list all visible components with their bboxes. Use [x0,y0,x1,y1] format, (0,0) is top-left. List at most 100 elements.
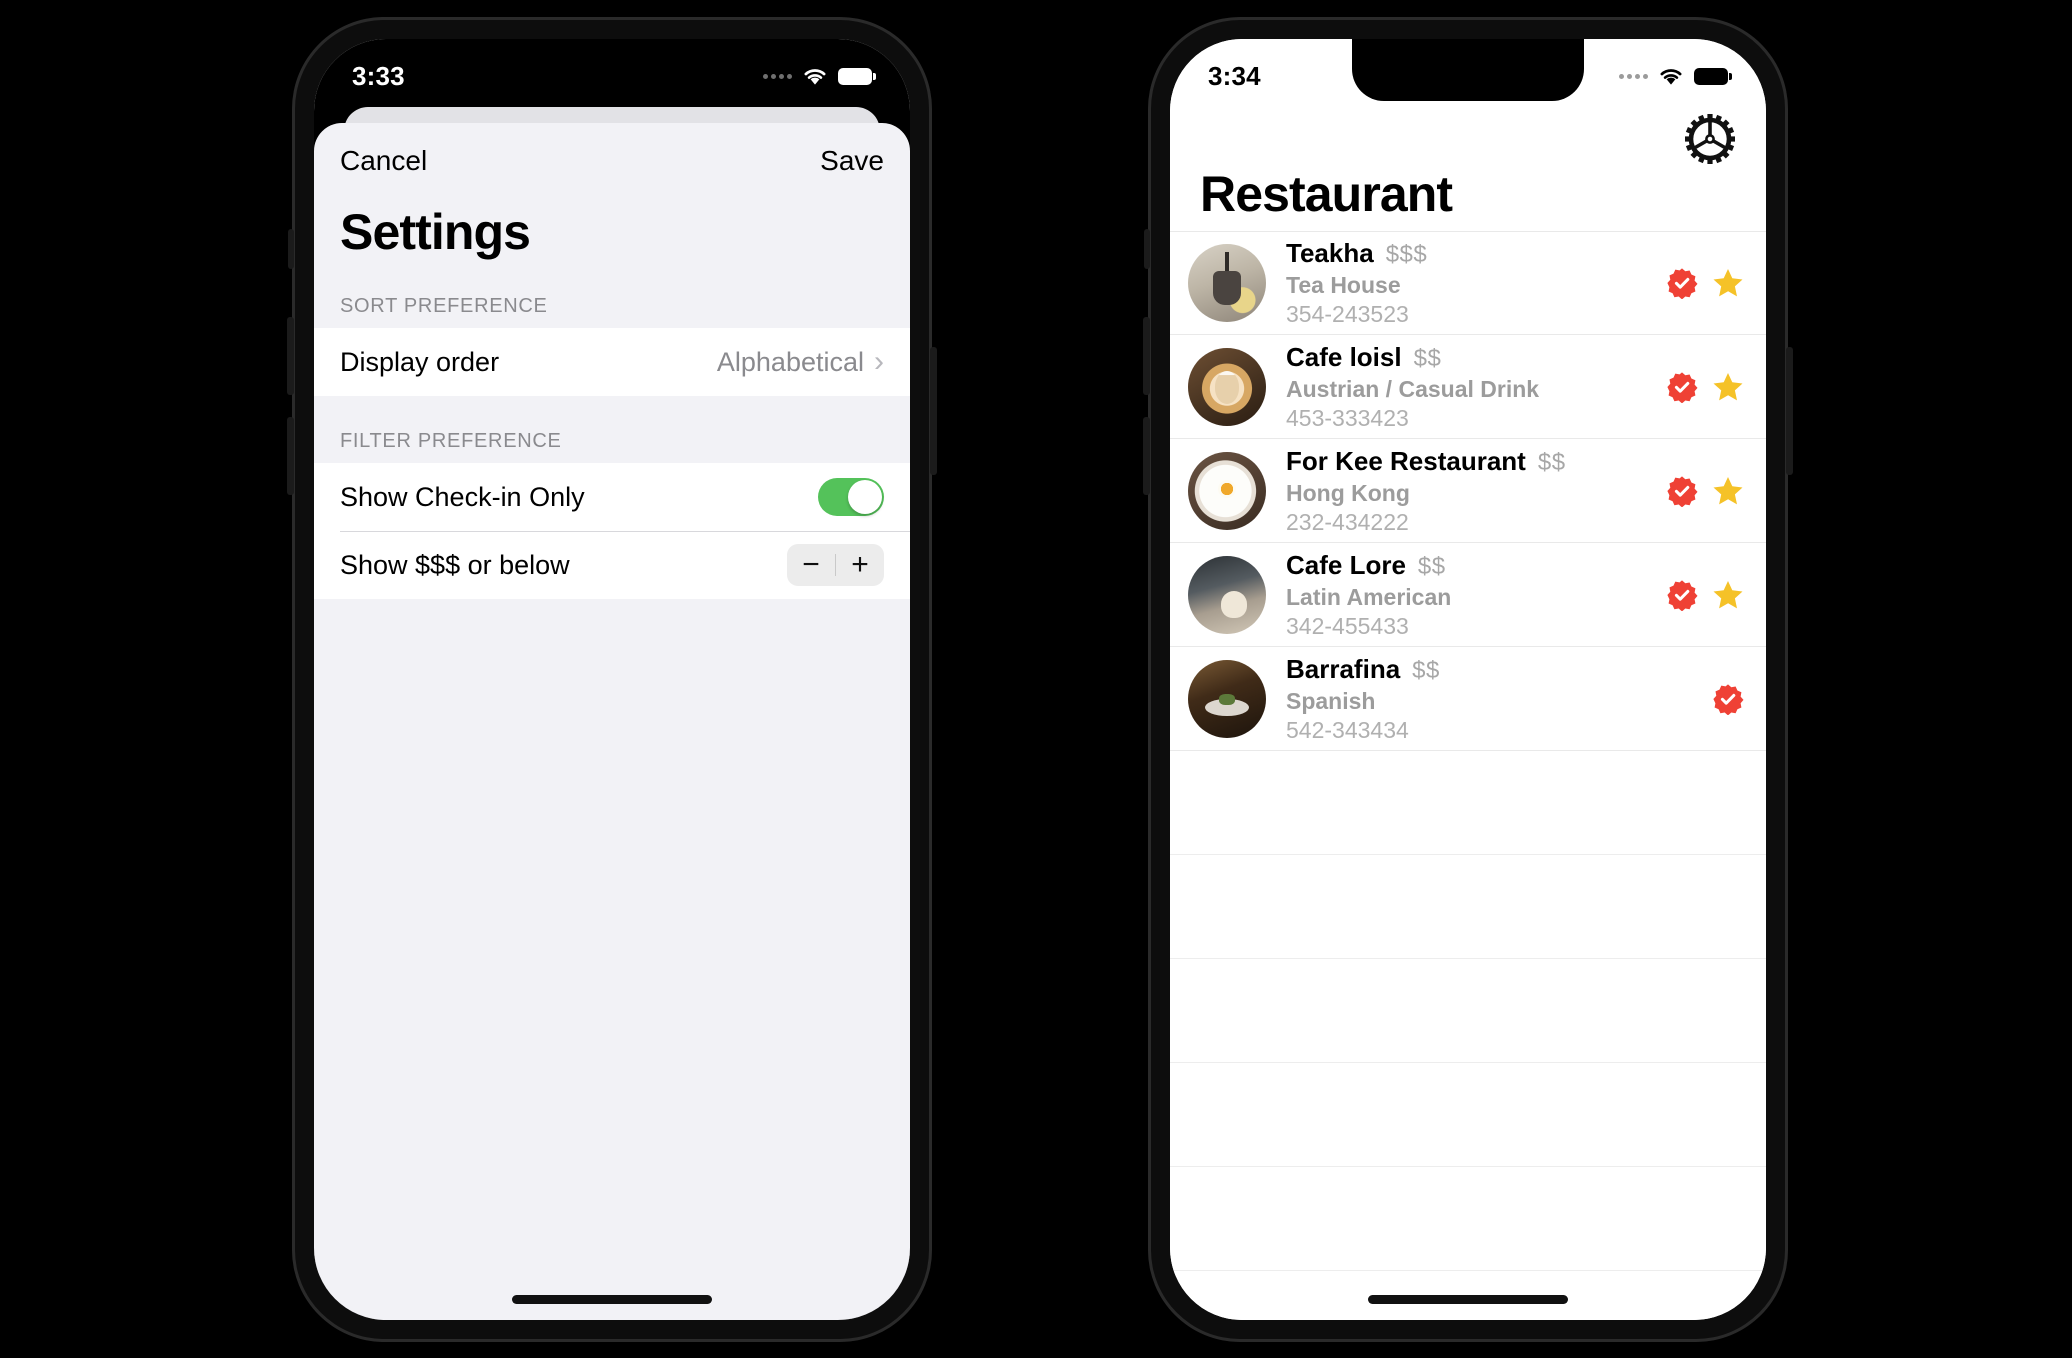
screenshot-canvas: 3:33 Cancel Save Settings SORT PREFERENC… [0,0,2072,1358]
empty-list-row [1170,751,1766,855]
restaurant-thumbnail [1188,347,1266,426]
home-indicator-left[interactable] [512,1295,712,1304]
restaurant-thumbnail [1188,244,1266,322]
price-stepper[interactable]: − + [787,544,884,586]
check-badge-icon [1713,683,1744,715]
device-notch [496,39,728,101]
restaurant-name: Cafe Lore [1286,549,1406,580]
price-level: $$ [1417,552,1446,580]
empty-list-row [1170,1063,1766,1167]
restaurant-name-line: Barrafina $$ [1286,654,1702,685]
check-badge-icon [1667,268,1698,299]
mute-switch-right[interactable] [1144,229,1150,269]
restaurant-name: For Kee Restaurant [1286,445,1526,476]
restaurant-badges [1656,267,1744,299]
price-level: $$ [1537,448,1566,476]
check-badge-icon [1667,475,1698,507]
restaurant-thumbnail [1188,659,1266,738]
restaurant-name: Barrafina [1286,653,1401,684]
power-button-right[interactable] [1786,347,1793,475]
table-row[interactable]: Cafe loisl $$ Austrian / Casual Drink 45… [1170,335,1766,439]
check-badge-icon [1667,371,1698,403]
restaurant-phone: 232-434222 [1286,508,1409,535]
restaurant-badges [1656,371,1744,403]
restaurant-type: Hong Kong [1286,479,1410,506]
restaurant-info: Barrafina $$ Spanish 542-343434 [1266,654,1702,744]
volume-up-button-right[interactable] [1143,317,1150,395]
display-order-label: Display order [340,346,500,377]
restaurant-info: Cafe Lore $$ Latin American 342-455433 [1266,550,1656,640]
star-icon [1713,269,1743,297]
restaurant-name: Teakha [1286,238,1374,268]
home-indicator-right[interactable] [1368,1295,1568,1304]
price-level: $$$ [1385,241,1428,268]
volume-down-button[interactable] [287,417,294,495]
restaurant-phone: 354-243523 [1286,301,1409,327]
device-notch-right [1352,39,1584,101]
show-checkin-only-toggle[interactable] [818,478,884,516]
table-row[interactable]: For Kee Restaurant $$ Hong Kong 232-4342… [1170,439,1766,543]
page-title: Settings [340,204,531,260]
restaurant-name-line: Cafe loisl $$ [1286,342,1656,373]
page-title: Restaurant [1200,166,1453,222]
restaurant-type: Austrian / Casual Drink [1286,375,1540,402]
stepper-decrement-button[interactable]: − [787,544,835,586]
show-price-or-below-label: Show $$$ or below [340,549,570,580]
phone-device-right: 3:34 Restaurant Teakha $$$ Tea House 354… [1143,17,1793,1342]
empty-list-row [1170,959,1766,1063]
restaurant-info: Cafe loisl $$ Austrian / Casual Drink 45… [1266,342,1656,432]
mute-switch[interactable] [288,229,294,269]
phone-screen-left: 3:33 Cancel Save Settings SORT PREFERENC… [314,39,910,1320]
star-icon [1713,580,1743,608]
empty-list-row [1170,1167,1766,1271]
row-show-price-or-below[interactable]: Show $$$ or below − + [314,531,910,599]
restaurant-name-line: Cafe Lore $$ [1286,550,1656,581]
phone-device-left: 3:33 Cancel Save Settings SORT PREFERENC… [287,17,937,1342]
restaurant-phone: 342-455433 [1286,612,1409,639]
table-row[interactable]: Cafe Lore $$ Latin American 342-455433 [1170,543,1766,647]
show-checkin-only-label: Show Check-in Only [340,481,585,512]
star-icon [1713,476,1743,504]
row-display-order[interactable]: Display order Alphabetical › [314,328,910,396]
restaurant-type: Latin American [1286,583,1452,610]
display-order-value-group: Alphabetical › [717,347,884,378]
settings-modal-sheet: Cancel Save Settings SORT PREFERENCE Dis… [314,123,910,1320]
restaurant-badges [1656,579,1744,611]
restaurant-type: Tea House [1286,272,1401,298]
star-icon [1713,372,1743,400]
restaurant-phone: 542-343434 [1286,716,1409,743]
empty-list-row [1170,855,1766,959]
restaurant-name-line: For Kee Restaurant $$ [1286,446,1656,477]
table-row[interactable]: Teakha $$$ Tea House 354-243523 [1170,231,1766,335]
phone-screen-right: 3:34 Restaurant Teakha $$$ Tea House 354… [1170,39,1766,1320]
cancel-button[interactable]: Cancel [340,145,427,177]
power-button[interactable] [930,347,937,475]
check-badge-icon [1667,579,1698,611]
restaurant-phone: 453-333423 [1286,404,1409,431]
restaurant-info: Teakha $$$ Tea House 354-243523 [1266,238,1656,328]
volume-down-button-right[interactable] [1143,417,1150,495]
section-header-filter: FILTER PREFERENCE [340,430,562,452]
restaurant-name-line: Teakha $$$ [1286,238,1656,269]
stepper-increment-button[interactable]: + [836,544,884,586]
table-row[interactable]: Barrafina $$ Spanish 542-343434 [1170,647,1766,751]
save-button[interactable]: Save [820,145,884,177]
restaurant-badges [1656,475,1744,507]
restaurant-badges [1702,683,1744,715]
restaurant-type: Spanish [1286,687,1376,714]
display-order-value: Alphabetical [716,346,864,377]
price-level: $$ [1412,656,1440,684]
restaurant-thumbnail [1188,451,1266,530]
volume-up-button[interactable] [287,317,294,395]
toggle-knob [848,480,882,514]
gear-icon[interactable] [1684,113,1736,165]
restaurant-list[interactable]: Teakha $$$ Tea House 354-243523 Cafe loi… [1170,231,1766,1320]
chevron-right-icon: › [874,345,884,378]
restaurant-name: Cafe loisl [1286,341,1402,372]
restaurant-thumbnail [1188,555,1266,634]
restaurant-info: For Kee Restaurant $$ Hong Kong 232-4342… [1266,446,1656,536]
price-level: $$ [1413,344,1442,372]
sheet-navigation-bar: Cancel Save [314,123,910,187]
row-show-checkin-only[interactable]: Show Check-in Only [314,463,910,531]
section-header-sort: SORT PREFERENCE [340,295,548,317]
